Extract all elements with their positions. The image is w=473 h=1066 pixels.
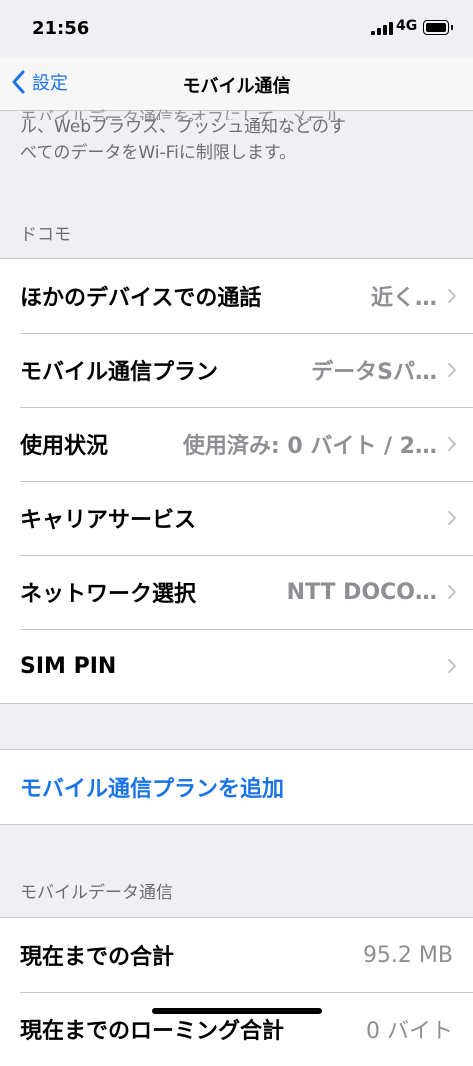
row-label: キャリアサービス [20, 508, 197, 533]
row-label: 現在までのローミング合計 [20, 1019, 285, 1044]
footer-line-2: べてのデータをWi-Fiに制限します。 [20, 143, 297, 163]
row-value: 近く… [370, 286, 437, 311]
signal-icon [371, 22, 393, 35]
row-sim-pin[interactable]: SIM PIN [0, 629, 473, 703]
row-label: ネットワーク選択 [20, 582, 197, 607]
home-indicator[interactable] [152, 1008, 322, 1014]
row-value: 95.2 MB [362, 942, 453, 968]
row-value: NTT DOCO… [286, 579, 437, 605]
row-value: データSパ… [311, 360, 437, 385]
section-footer: モバイルデータ通信をオフにして、メール ル、Webブラウズ、プッシュ通知などのす… [20, 109, 450, 166]
chevron-right-icon [437, 407, 467, 481]
carrier-group: ほかのデバイスでの通話 近く… モバイル通信プラン データSパ… 使用状況 使用… [0, 258, 473, 704]
add-cellular-plan-button[interactable]: モバイル通信プランを追加 [0, 750, 473, 824]
row-current-period-total: 現在までの合計 95.2 MB [0, 918, 473, 992]
mobile-data-section-header: モバイルデータ通信 [20, 883, 173, 903]
row-network-selection[interactable]: ネットワーク選択 NTT DOCO… [0, 555, 473, 629]
row-cellular-plan[interactable]: モバイル通信プラン データSパ… [0, 333, 473, 407]
row-label: モバイル通信プラン [20, 360, 219, 385]
row-usage[interactable]: 使用状況 使用済み: 0 バイト / 2… [0, 407, 473, 481]
row-calls-on-other-devices[interactable]: ほかのデバイスでの通話 近く… [0, 259, 473, 333]
chevron-right-icon [437, 481, 467, 555]
page-title: モバイル通信 [182, 76, 291, 97]
network-type: 4G [396, 18, 418, 34]
navigation-bar: 設定 モバイル通信 [0, 58, 473, 111]
footer-cut-line: モバイルデータ通信をオフにして、メール [20, 109, 342, 120]
battery-icon [423, 20, 453, 35]
chevron-right-icon [437, 259, 467, 333]
chevron-right-icon [437, 629, 467, 703]
row-carrier-services[interactable]: キャリアサービス [0, 481, 473, 555]
status-time: 21:56 [32, 18, 90, 39]
row-label: 使用状況 [20, 434, 109, 459]
chevron-right-icon [437, 333, 467, 407]
row-value: 使用済み: 0 バイト / 2… [182, 434, 437, 459]
row-label: ほかのデバイスでの通話 [20, 286, 262, 311]
row-label: SIM PIN [20, 653, 117, 679]
carrier-section-header: ドコモ [20, 225, 71, 245]
row-current-period-roaming: 現在までのローミング合計 0 バイト [0, 992, 473, 1066]
row-label: 現在までの合計 [20, 945, 175, 970]
mobile-data-group: 現在までの合計 95.2 MB 現在までのローミング合計 0 バイト [0, 917, 473, 1066]
row-value: 0 バイト [366, 1019, 453, 1044]
add-plan-group: モバイル通信プランを追加 [0, 749, 473, 825]
chevron-right-icon [437, 555, 467, 629]
add-plan-label: モバイル通信プランを追加 [20, 777, 285, 802]
status-bar: 21:56 4G [0, 0, 473, 58]
